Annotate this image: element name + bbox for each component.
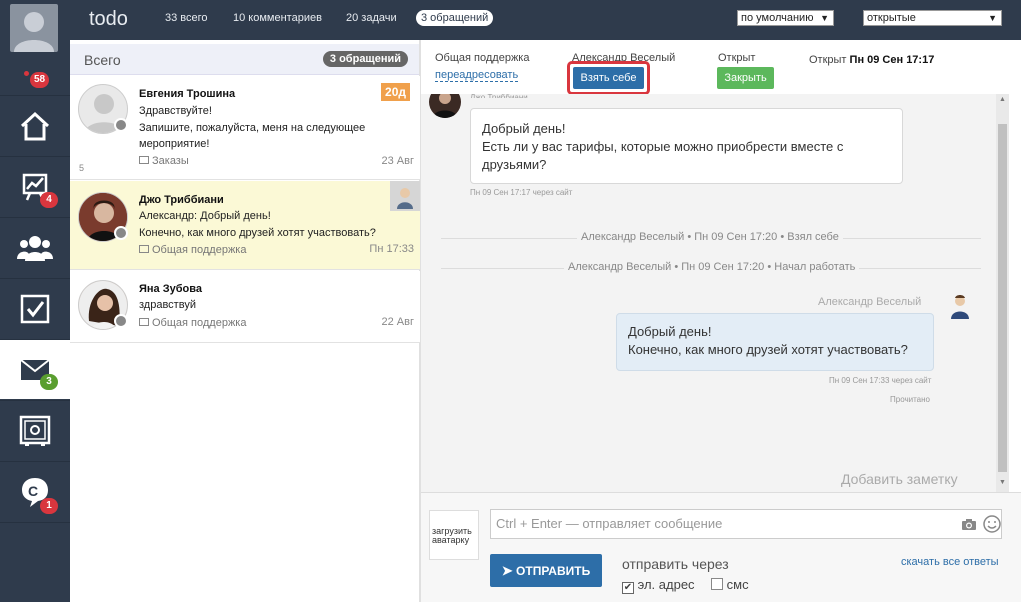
filter-comments-link[interactable]: 10 комментариев <box>233 12 322 24</box>
message-preview: Здравствуйте! <box>139 105 212 117</box>
home-icon <box>20 111 50 140</box>
scroll-down-icon[interactable]: ▼ <box>999 479 1006 486</box>
envelope-icon <box>139 245 149 253</box>
scrollbar-thumb[interactable] <box>998 124 1007 472</box>
chevron-down-icon: ▼ <box>820 13 829 23</box>
sidebar-item-users[interactable] <box>0 217 70 277</box>
sidebar-item-tasks[interactable] <box>0 278 70 338</box>
list-header-label: Всего <box>84 52 121 68</box>
chat-messages: Джо Триббиани Добрый день! Есть ли у вас… <box>421 94 996 492</box>
filter-all-link[interactable]: 33 всего <box>165 12 208 24</box>
conversation-item[interactable]: Джо Триббиани Александр: Добрый день! Ко… <box>70 181 420 270</box>
department-tag: Общая поддержка <box>139 244 246 256</box>
close-button[interactable]: Закрыть <box>717 67 774 89</box>
conversation-date: 22 Авг <box>381 316 414 328</box>
sidebar-item-chat[interactable]: C 1 <box>0 461 70 521</box>
send-icon: ➤ <box>501 563 513 578</box>
envelope-icon <box>139 156 149 164</box>
filter-tasks-link[interactable]: 20 задачи <box>346 12 397 24</box>
message-input-placeholder: Ctrl + Enter — отправляет сообщение <box>496 516 723 531</box>
opened-info: Открыт Пн 09 Сен 17:17 <box>809 54 935 66</box>
emoji-icon[interactable] <box>983 515 1001 533</box>
send-via-label: отправить через <box>622 556 729 572</box>
department-label: Общая поддержка <box>435 52 530 64</box>
sidebar-item-mail[interactable]: 3 <box>0 339 70 399</box>
contact-name: Яна Зубова <box>139 283 202 295</box>
svg-text:C: C <box>28 483 38 499</box>
checkbox-unchecked-icon[interactable] <box>711 578 723 590</box>
message-sender: Джо Триббиани <box>470 94 528 98</box>
envelope-icon <box>139 318 149 326</box>
status-dot <box>114 314 128 328</box>
message-input[interactable]: Ctrl + Enter — отправляет сообщение <box>490 509 1002 539</box>
users-icon <box>17 235 53 261</box>
conversation-date: Пн 17:33 <box>369 243 414 255</box>
redirect-link[interactable]: переадресовать <box>435 69 519 82</box>
top-bar: todo 33 всего 10 комментариев 20 задачи … <box>70 0 1021 40</box>
contact-name: Евгения Трошина <box>139 88 236 100</box>
list-header: Всего 3 обращений <box>70 44 420 75</box>
system-event: Александр Веселый • Пн 09 Сен 17:20 • На… <box>564 261 860 273</box>
message-preview: Александр: Добрый день! <box>139 210 271 222</box>
incoming-message: Добрый день! Есть ли у вас тарифы, котор… <box>470 108 903 184</box>
mail-badge: 3 <box>40 374 58 390</box>
email-checkbox[interactable]: ✔ эл. адрес <box>622 577 695 594</box>
message-preview: здравствуй <box>139 299 196 311</box>
composer: загрузить аватарку Ctrl + Enter — отправ… <box>421 492 1021 602</box>
department-tag: Общая поддержка <box>139 317 246 329</box>
read-status: Прочитано <box>890 395 930 404</box>
stats-badge: 4 <box>40 192 58 208</box>
conversation-item[interactable]: Евгения Трошина Здравствуйте! Запишите, … <box>70 76 420 180</box>
chat-badge: 1 <box>40 498 58 514</box>
status-dot <box>114 226 128 240</box>
sort-select[interactable]: по умолчанию ▼ <box>737 10 834 26</box>
scroll-up-icon[interactable]: ▲ <box>999 96 1006 103</box>
sidebar-item-safe[interactable] <box>0 400 70 460</box>
chat-header: Общая поддержка переадресовать Александр… <box>421 44 1021 95</box>
upload-avatar-button[interactable]: загрузить аватарку <box>429 510 479 560</box>
age-badge: 20д <box>381 83 410 101</box>
checkbox-icon <box>20 294 50 323</box>
checkbox-checked-icon[interactable]: ✔ <box>622 582 634 594</box>
conversation-date: 23 Авг <box>381 155 414 167</box>
department-tag: Заказы <box>139 155 189 167</box>
app-title: todo <box>89 8 128 30</box>
message-preview: мероприятие! <box>139 138 210 150</box>
message-meta: Пн 09 Сен 17:17 через сайт <box>470 188 573 197</box>
message-meta: Пн 09 Сен 17:33 через сайт <box>829 376 932 385</box>
conversation-item[interactable]: Яна Зубова здравствуй Общая поддержка 22… <box>70 271 420 343</box>
left-sidebar: 58 4 3 C 1 <box>0 0 70 602</box>
camera-icon[interactable] <box>961 518 977 531</box>
filter-requests-pill[interactable]: 3 обращений <box>416 10 494 26</box>
sidebar-item-stats[interactable]: 4 <box>0 156 70 216</box>
chevron-down-icon: ▼ <box>988 13 997 23</box>
contact-name: Джо Триббиани <box>139 194 224 206</box>
message-sender: Александр Веселый <box>818 296 922 308</box>
agent-avatar <box>946 292 974 320</box>
system-event: Александр Веселый • Пн 09 Сен 17:20 • Вз… <box>577 231 843 243</box>
add-note-link[interactable]: Добавить заметку <box>841 471 958 487</box>
message-preview: Запишите, пожалуйста, меня на следующее <box>139 122 366 134</box>
message-count: 5 <box>79 163 85 173</box>
list-count-pill: 3 обращений <box>322 51 408 67</box>
safe-icon <box>19 415 51 446</box>
outgoing-message: Добрый день! Конечно, как много друзей х… <box>616 313 934 371</box>
online-dot <box>24 71 29 76</box>
chat-scrollbar[interactable]: ▲ ▼ <box>996 94 1009 492</box>
status-dot <box>114 118 128 132</box>
agent-avatar <box>390 181 420 211</box>
status-filter-select[interactable]: открытые ▼ <box>863 10 1002 26</box>
notifications-badge: 58 <box>30 72 50 88</box>
sms-checkbox[interactable]: смс <box>711 577 749 592</box>
avatar <box>429 94 461 118</box>
user-avatar[interactable] <box>10 4 58 52</box>
download-answers-link[interactable]: скачать все ответы <box>901 556 999 568</box>
sidebar-item-home[interactable] <box>0 95 70 155</box>
take-button[interactable]: Взять себе <box>573 67 644 89</box>
status-label: Открыт <box>718 52 756 64</box>
send-button[interactable]: ➤ ОТПРАВИТЬ <box>490 554 602 587</box>
message-preview: Конечно, как много друзей хотят участвов… <box>139 227 376 239</box>
